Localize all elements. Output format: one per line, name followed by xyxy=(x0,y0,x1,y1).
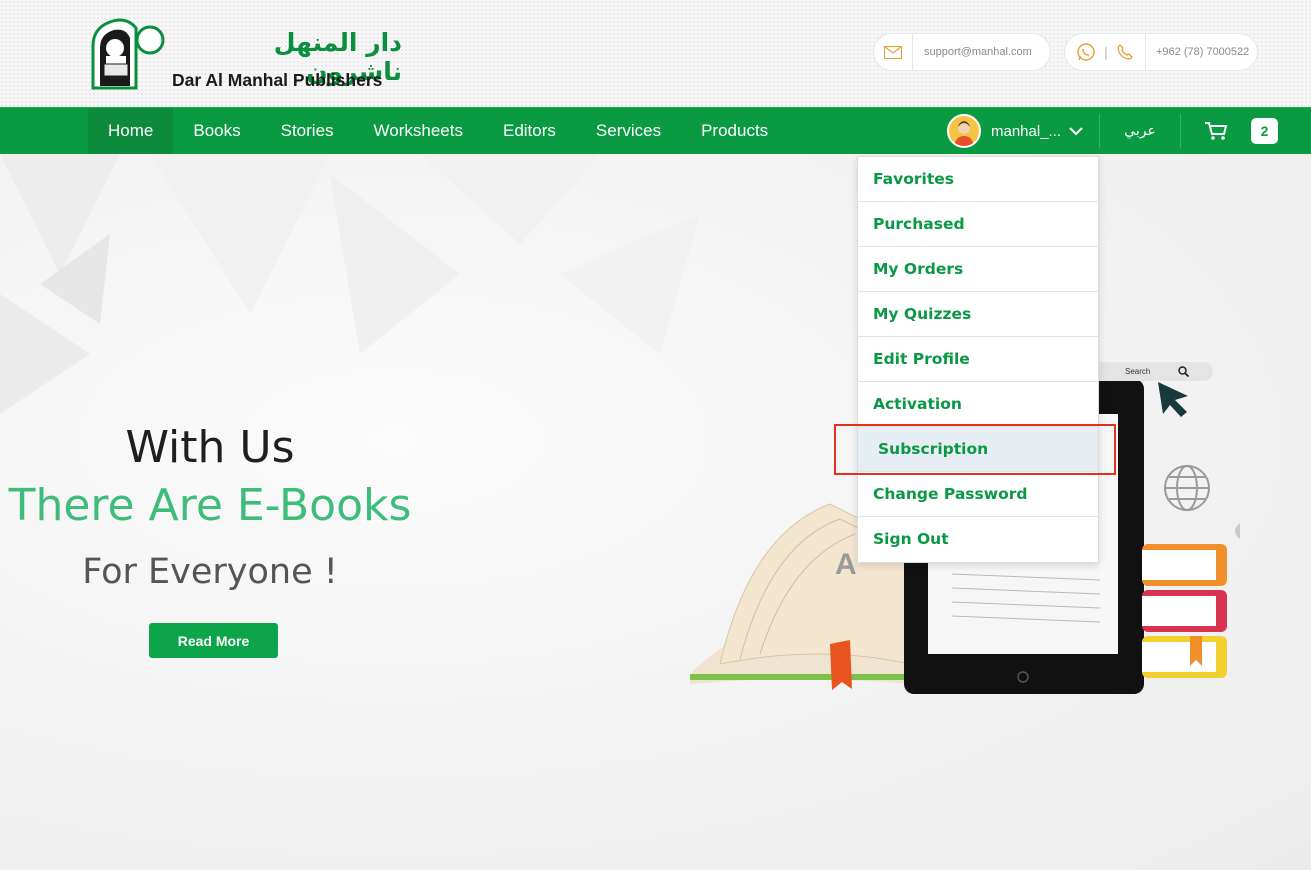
nav-item-home[interactable]: Home xyxy=(88,108,174,154)
nav-menu: Home Books Stories Worksheets Editors Se… xyxy=(88,108,788,154)
read-more-button[interactable]: Read More xyxy=(149,623,278,658)
phone-text[interactable]: +962 (78) 7000522 xyxy=(1146,46,1249,58)
email-text[interactable]: support@manhal.com xyxy=(913,46,1032,58)
cloud-download-icon xyxy=(1235,523,1240,539)
logo-emblem-icon xyxy=(91,18,165,90)
top-header: دار المنهل ناشرون Dar Al Manhal Publishe… xyxy=(0,0,1311,107)
chevron-down-icon[interactable] xyxy=(1067,122,1085,140)
dropdown-caret xyxy=(1065,147,1079,154)
nav-item-services[interactable]: Services xyxy=(576,108,681,154)
search-label: Search xyxy=(1125,367,1151,376)
cart-icon xyxy=(1205,122,1228,140)
nav-item-worksheets[interactable]: Worksheets xyxy=(354,108,483,154)
phone-contact[interactable]: | +962 (78) 7000522 xyxy=(1064,33,1258,71)
search-icon xyxy=(1178,366,1190,377)
nav-item-stories[interactable]: Stories xyxy=(261,108,354,154)
nav-item-editors[interactable]: Editors xyxy=(483,108,576,154)
menu-item-my-quizzes[interactable]: My Quizzes xyxy=(858,292,1098,337)
phone-icon[interactable] xyxy=(1116,43,1134,61)
cursor-arrow-icon xyxy=(1158,382,1188,417)
hero-heading-line2: There Are E-Books xyxy=(8,480,412,531)
globe-icon xyxy=(1164,465,1210,511)
menu-item-purchased[interactable]: Purchased xyxy=(858,202,1098,247)
username-label[interactable]: manhal_... xyxy=(991,123,1061,140)
menu-item-favorites[interactable]: Favorites xyxy=(858,157,1098,202)
main-nav: Home Books Stories Worksheets Editors Se… xyxy=(0,107,1311,154)
menu-item-change-password[interactable]: Change Password xyxy=(858,472,1098,517)
nav-right-controls: manhal_... عربي 2 xyxy=(947,108,1278,154)
nav-item-products[interactable]: Products xyxy=(681,108,788,154)
nav-item-books[interactable]: Books xyxy=(173,108,260,154)
menu-item-activation[interactable]: Activation xyxy=(858,382,1098,427)
menu-item-my-orders[interactable]: My Orders xyxy=(858,247,1098,292)
whatsapp-icon[interactable] xyxy=(1076,42,1096,62)
mail-icon xyxy=(874,34,912,70)
cart-count-badge[interactable]: 2 xyxy=(1251,118,1278,144)
menu-item-edit-profile[interactable]: Edit Profile xyxy=(858,337,1098,382)
language-switch[interactable]: عربي xyxy=(1100,123,1180,139)
phone-separator: | xyxy=(1104,44,1108,60)
user-dropdown-menu: Favorites Purchased My Orders My Quizzes… xyxy=(857,156,1099,563)
cart-button[interactable] xyxy=(1181,121,1251,141)
svg-text:A: A xyxy=(835,548,857,581)
email-contact[interactable]: support@manhal.com xyxy=(873,33,1051,71)
site-logo[interactable]: دار المنهل ناشرون Dar Al Manhal Publishe… xyxy=(90,16,410,92)
hero-heading-line3: For Everyone ! xyxy=(82,552,338,592)
menu-item-sign-out[interactable]: Sign Out xyxy=(858,517,1098,562)
avatar-icon[interactable] xyxy=(947,114,981,148)
hero-heading-line1: With Us xyxy=(125,422,295,473)
menu-item-subscription[interactable]: Subscription xyxy=(858,427,1098,472)
logo-english-text: Dar Al Manhal Publishers xyxy=(172,70,383,90)
hero-banner: With Us There Are E-Books For Everyone !… xyxy=(0,154,1311,870)
